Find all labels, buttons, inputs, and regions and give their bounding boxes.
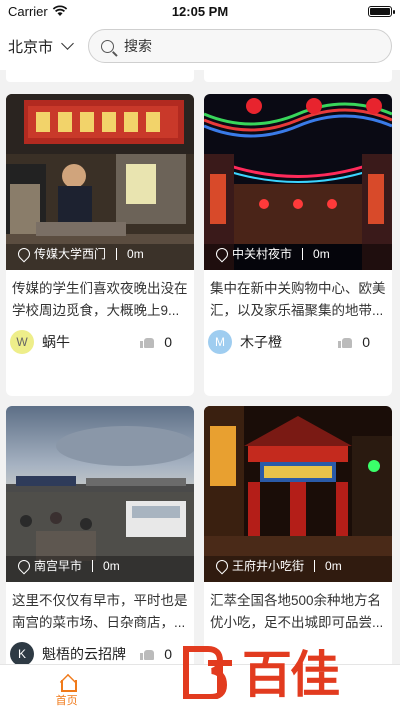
location-pin-icon: [216, 560, 226, 572]
author-name: 蜗牛: [42, 334, 70, 350]
like-button[interactable]: 0: [140, 334, 172, 350]
card-distance: 0m: [313, 246, 330, 261]
like-button[interactable]: 0: [338, 334, 370, 350]
author-name: 魁梧的云招牌: [42, 646, 126, 662]
card-author[interactable]: K 魁梧的云招牌: [10, 642, 126, 664]
feed-card[interactable]: 中关村夜市 0m 集中在新中关购物中心、欧美汇，以及家乐福聚集的地带... M …: [204, 94, 392, 396]
search-placeholder: 搜索: [124, 38, 152, 54]
card-location: 传媒大学西门: [34, 247, 107, 261]
feed-card[interactable]: 南宫早市 0m 这里不仅仅有早市，平时也是南宫的菜市场、日杂商店，... K 魁…: [6, 406, 194, 664]
thumbs-up-icon: [338, 336, 353, 348]
card-description: 这里不仅仅有早市，平时也是南宫的菜市场、日杂商店，...: [12, 593, 188, 630]
card-description: 集中在新中关购物中心、欧美汇，以及家乐福聚集的地带...: [210, 281, 386, 318]
card-description: 传媒的学生们喜欢夜晚出没在学校周边觅食，大概晚上9...: [12, 281, 188, 318]
card-distance: 0m: [103, 558, 120, 573]
like-count: 0: [362, 334, 370, 350]
status-bar: Carrier 12:05 PM: [0, 0, 400, 22]
search-icon: [101, 39, 114, 53]
avatar: K: [10, 642, 34, 664]
location-pin-icon: [18, 248, 28, 260]
location-pin-icon: [18, 560, 28, 572]
watermark-logo: 百佳: [180, 636, 380, 706]
top-header: 北京市 搜索: [0, 22, 400, 70]
home-icon: [58, 674, 77, 692]
avatar: W: [10, 330, 34, 354]
battery-icon: [368, 5, 395, 17]
like-count: 0: [164, 334, 172, 350]
card-peek-left: [6, 70, 194, 82]
feed-grid: 传媒大学西门 0m 传媒的学生们喜欢夜晚出没在学校周边觅食，大概晚上9... W…: [0, 70, 400, 664]
thumbs-up-icon: [140, 336, 155, 348]
card-photo: 中关村夜市 0m: [204, 94, 392, 270]
card-author[interactable]: W 蜗牛: [10, 330, 70, 354]
card-location-label: 王府井小吃街 0m: [216, 557, 342, 574]
card-location-label: 中关村夜市 0m: [216, 245, 330, 262]
card-distance: 0m: [127, 246, 144, 261]
city-selector[interactable]: 北京市: [8, 36, 88, 57]
card-distance: 0m: [325, 558, 342, 573]
like-count: 0: [164, 646, 172, 662]
tab-home[interactable]: 首页: [0, 665, 133, 717]
wifi-icon: [52, 5, 67, 16]
thumbs-up-icon: [140, 648, 155, 660]
feed-card[interactable]: 王府井小吃街 0m 汇萃全国各地500余种地方名优小吃，足不出城即可品尝...: [204, 406, 392, 664]
card-location-label: 传媒大学西门 0m: [18, 245, 144, 262]
feed-card[interactable]: 传媒大学西门 0m 传媒的学生们喜欢夜晚出没在学校周边觅食，大概晚上9... W…: [6, 94, 194, 396]
avatar: M: [208, 330, 232, 354]
carrier-label: Carrier: [8, 3, 48, 19]
location-pin-icon: [216, 248, 226, 260]
chevron-down-icon: [61, 37, 74, 50]
card-location: 中关村夜市: [232, 247, 293, 261]
card-location-label: 南宫早市 0m: [18, 557, 120, 574]
card-peek-right: [204, 70, 392, 82]
card-photo: 南宫早市 0m: [6, 406, 194, 582]
card-location: 南宫早市: [34, 559, 83, 573]
card-location: 王府井小吃街: [232, 559, 305, 573]
author-name: 木子橙: [240, 334, 282, 350]
watermark-mark-icon: [183, 646, 232, 699]
card-photo: 王府井小吃街 0m: [204, 406, 392, 582]
tab-home-label: 首页: [55, 695, 78, 707]
card-author[interactable]: M 木子橙: [208, 330, 282, 354]
search-input[interactable]: 搜索: [88, 29, 392, 63]
city-label: 北京市: [8, 38, 54, 56]
card-description: 汇萃全国各地500余种地方名优小吃，足不出城即可品尝...: [210, 593, 384, 630]
watermark-text: 百佳: [242, 646, 340, 704]
card-photo: 传媒大学西门 0m: [6, 94, 194, 270]
like-button[interactable]: 0: [140, 646, 172, 662]
